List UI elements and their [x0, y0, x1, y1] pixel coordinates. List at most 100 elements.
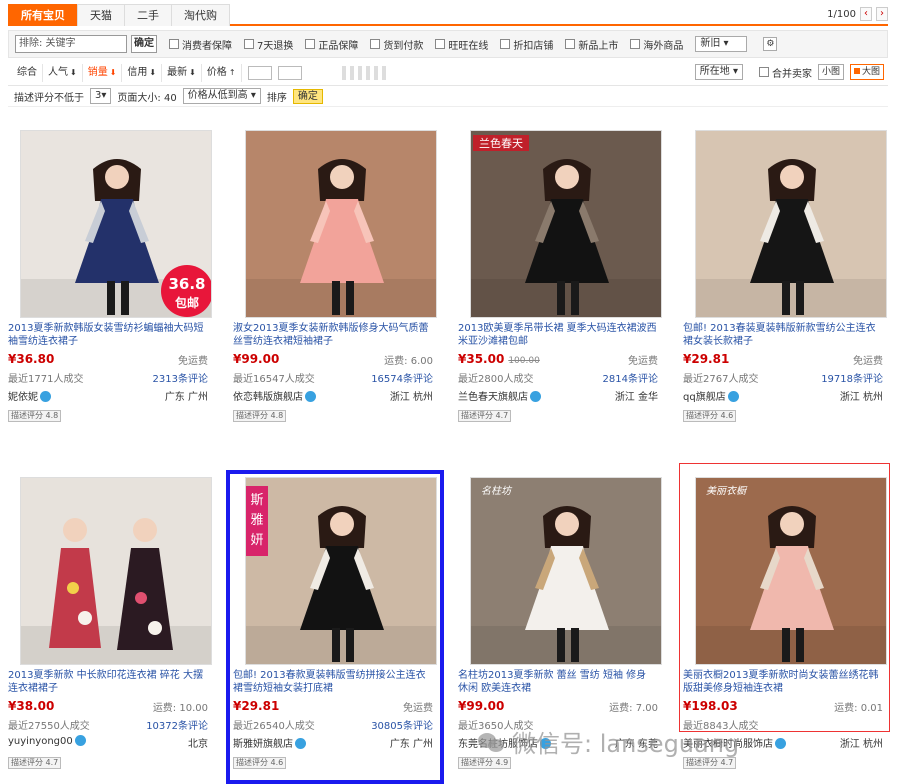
shop-name: 美丽衣橱时尚服饰店 — [683, 739, 773, 750]
price-row: ¥38.00 运费: 10.00 — [8, 699, 208, 714]
options-confirm-button[interactable]: 确定 — [292, 88, 323, 104]
product-title-link[interactable]: 2013欧美夏季吊带长裙 夏季大码连衣裙波西米亚沙滩裙包邮 — [458, 322, 658, 348]
filter-checkbox[interactable]: 消费者保障 — [169, 37, 232, 52]
product-card[interactable]: 兰色春天 2013欧美夏季吊带长裙 夏季大码连衣裙波西米亚沙滩裙包邮 ¥35.00 1… — [458, 122, 674, 432]
order-select-label: 价格从低到高 — [187, 90, 248, 101]
sort-option[interactable]: 信用 ⬇ — [122, 63, 163, 82]
tab-0[interactable]: 所有宝贝 — [8, 4, 78, 26]
sort-option[interactable]: 价格 ↑ — [202, 63, 242, 82]
exclude-confirm-button[interactable]: 确定 — [131, 35, 157, 53]
filter-checkbox[interactable]: 旺旺在线 — [435, 37, 488, 52]
settings-icon[interactable]: ⚙ — [763, 37, 778, 51]
product-image[interactable] — [695, 130, 887, 318]
page-size-label: 页面大小: 40 — [117, 92, 177, 104]
product-title-link[interactable]: 淑女2013夏季女装新款韩版修身大码气质蕾丝雪纺连衣裙短袖裙子 — [233, 322, 433, 348]
dsr-filter-value: 3 — [95, 90, 102, 101]
filter-checkbox[interactable]: 正品保障 — [305, 37, 358, 52]
product-card[interactable]: 2013夏季新款 中长款印花连衣裙 碎花 大摆连衣裙裙子 ¥38.00 运费: 10… — [8, 469, 224, 779]
view-small-button[interactable]: 小图 — [817, 64, 844, 80]
wangwang-chat-icon[interactable] — [775, 738, 786, 749]
filter-checkbox[interactable]: 货到付款 — [370, 37, 423, 52]
product-image[interactable] — [20, 477, 212, 665]
price-range-placeholder — [341, 65, 386, 80]
checkbox-icon — [169, 39, 179, 49]
product-image[interactable]: 兰色春天 — [470, 130, 662, 318]
wangwang-chat-icon[interactable] — [727, 391, 739, 402]
shop-row: 妮依妮 广东 广州 — [8, 388, 208, 403]
wangwang-chat-icon[interactable] — [540, 738, 551, 749]
review-count-link[interactable]: 16574条评论 — [371, 370, 433, 385]
shop-link[interactable]: yuyinyong00 — [8, 735, 86, 750]
price-row: ¥99.00 运费: 6.00 — [233, 352, 433, 367]
wangwang-chat-icon[interactable] — [530, 391, 541, 402]
tab-3[interactable]: 淘代购 — [171, 4, 230, 26]
svg-text:兰色春天: 兰色春天 — [479, 136, 523, 150]
filter-checkbox-label: 折扣店铺 — [513, 40, 554, 52]
shop-location: 浙江 金华 — [614, 392, 658, 403]
order-select[interactable]: 价格从低到高 ▾ — [182, 88, 261, 104]
exclude-keyword-input[interactable]: 排除: 关键字 — [15, 35, 127, 53]
sales-count: 最近2767人成交 — [683, 374, 759, 385]
review-count-link[interactable]: 2313条评论 — [153, 370, 208, 385]
shop-link[interactable]: qq旗舰店 — [683, 388, 739, 403]
product-price-value: 29.81 — [691, 352, 730, 366]
tab-2[interactable]: 二手 — [124, 4, 172, 26]
sort-right-controls: 所在地 ▾ 合并卖家 小图 大图 — [694, 64, 884, 80]
product-price-value: 38.00 — [16, 699, 55, 713]
sort-option[interactable]: 人气 ⬇ — [43, 63, 83, 82]
product-title-link[interactable]: 名柱坊2013夏季新款 蕾丝 雪纺 短袖 修身 休闲 欧美连衣裙 — [458, 669, 658, 695]
view-large-button[interactable]: 大图 — [849, 64, 884, 80]
review-count-link[interactable]: 19718条评论 — [821, 370, 883, 385]
merge-sellers-checkbox[interactable]: 合并卖家 — [758, 65, 812, 80]
sort-option[interactable]: 销量 ⬇ — [83, 63, 123, 82]
review-count-link[interactable]: 10372条评论 — [146, 717, 208, 732]
condition-select[interactable]: 新旧 ▾ — [695, 36, 748, 52]
shop-link[interactable]: 美丽衣橱时尚服饰店 — [683, 735, 786, 750]
filter-checkbox[interactable]: 折扣店铺 — [500, 37, 553, 52]
dsr-badge: 描述评分 4.6 — [683, 410, 737, 422]
product-image[interactable]: 36.8 包邮 — [20, 130, 212, 318]
sort-option-label: 人气 — [48, 66, 68, 78]
next-page-button[interactable]: › — [876, 7, 888, 21]
product-title-link[interactable]: 包邮! 2013春装夏装韩版新款雪纺公主连衣裙女装长款裙子 — [683, 322, 883, 348]
price-row: ¥36.80 免运费 — [8, 352, 208, 367]
page-indicator: 1/100 — [827, 8, 856, 20]
sales-row: 最近2767人成交 19718条评论 — [683, 370, 883, 385]
tab-1[interactable]: 天猫 — [77, 4, 125, 26]
product-price: ¥99.00 — [233, 352, 280, 366]
shop-link[interactable]: 兰色春天旗舰店 — [458, 388, 541, 403]
product-price-value: 36.80 — [16, 352, 55, 366]
review-count-link[interactable]: 2814条评论 — [603, 370, 658, 385]
sort-option-label: 销量 — [87, 66, 108, 78]
wangwang-chat-icon[interactable] — [74, 735, 86, 746]
sort-option[interactable]: 综合 — [12, 63, 43, 82]
sort-option[interactable]: 最新 ⬇ — [162, 63, 202, 82]
product-card[interactable]: 名柱坊 名柱坊2013夏季新款 蕾丝 雪纺 短袖 修身 休闲 欧美连衣裙 ¥99.0… — [458, 469, 674, 779]
price-min-input[interactable] — [247, 65, 272, 80]
shop-location: 浙江 杭州 — [389, 392, 433, 403]
wangwang-chat-icon[interactable] — [40, 391, 51, 402]
product-card[interactable]: 36.8 包邮 2013夏季新款韩版女装雪纺衫蝙蝠袖大码短袖雪纺连衣裙子 ¥36.80… — [8, 122, 224, 432]
wangwang-chat-icon[interactable] — [305, 391, 316, 402]
prev-page-button[interactable]: ‹ — [860, 7, 872, 21]
shop-link[interactable]: 东莞名柱坊服饰店 — [458, 735, 551, 750]
product-title-link[interactable]: 2013夏季新款 中长款印花连衣裙 碎花 大摆连衣裙裙子 — [8, 669, 208, 695]
product-card[interactable]: 淑女2013夏季女装新款韩版修身大码气质蕾丝雪纺连衣裙短袖裙子 ¥99.00 运费:… — [233, 122, 449, 432]
product-card[interactable]: 包邮! 2013春装夏装韩版新款雪纺公主连衣裙女装长款裙子 ¥29.81 免运费 最近… — [683, 122, 899, 432]
location-select[interactable]: 所在地 ▾ — [694, 64, 743, 80]
filter-checkbox[interactable]: 海外商品 — [630, 37, 683, 52]
filter-checkbox[interactable]: 7天退换 — [244, 37, 293, 52]
product-title-link[interactable]: 2013夏季新款韩版女装雪纺衫蝙蝠袖大码短袖雪纺连衣裙子 — [8, 322, 208, 348]
checkbox-icon — [305, 39, 316, 49]
price-max-input[interactable] — [277, 65, 302, 80]
shop-link[interactable]: 依恋韩版旗舰店 — [233, 388, 316, 403]
dsr-filter-select[interactable]: 3▾ — [90, 88, 112, 104]
product-image[interactable] — [245, 130, 437, 318]
product-image[interactable]: 名柱坊 — [470, 477, 662, 665]
sales-count: 最近3650人成交 — [458, 721, 534, 732]
checkbox-icon — [435, 39, 446, 49]
filter-checkbox[interactable]: 新品上市 — [565, 37, 618, 52]
checkbox-icon — [500, 39, 511, 49]
shop-link[interactable]: 妮依妮 — [8, 388, 51, 403]
arrow-down-icon: ⬇ — [70, 67, 77, 77]
